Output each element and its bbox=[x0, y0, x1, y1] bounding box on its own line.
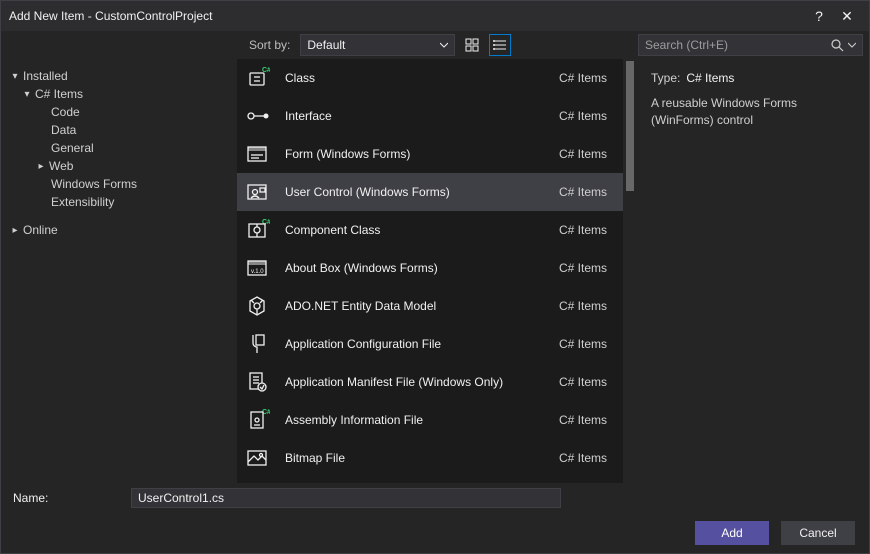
item-name: Bitmap File bbox=[285, 451, 559, 465]
close-button[interactable]: ✕ bbox=[833, 1, 861, 31]
about-icon: v.1.0 bbox=[243, 254, 271, 282]
toolbar: Sort by: Default Searc bbox=[1, 31, 869, 59]
sort-label: Sort by: bbox=[249, 38, 294, 52]
item-category: C# Items bbox=[559, 109, 613, 123]
assembly-icon: C# bbox=[243, 406, 271, 434]
type-description: A reusable Windows Forms (WinForms) cont… bbox=[651, 95, 855, 129]
list-item[interactable]: Form (Windows Forms)C# Items bbox=[237, 135, 623, 173]
caret-right-icon: ▸ bbox=[35, 161, 47, 172]
item-name: Form (Windows Forms) bbox=[285, 147, 559, 161]
tree-node-code[interactable]: Code bbox=[7, 103, 231, 121]
item-name: Assembly Information File bbox=[285, 413, 559, 427]
search-placeholder: Search (Ctrl+E) bbox=[645, 38, 830, 52]
name-label: Name: bbox=[13, 491, 131, 505]
tree-node-csitems[interactable]: ▾ C# Items bbox=[7, 85, 231, 103]
item-name: ADO.NET Entity Data Model bbox=[285, 299, 559, 313]
ado-icon bbox=[243, 292, 271, 320]
item-name: Application Manifest File (Windows Only) bbox=[285, 375, 559, 389]
main-area: ▾ Installed ▾ C# Items Code Data General… bbox=[1, 59, 869, 483]
item-category: C# Items bbox=[559, 261, 613, 275]
item-category: C# Items bbox=[559, 413, 613, 427]
config-icon bbox=[243, 330, 271, 358]
type-label: Type: bbox=[651, 71, 680, 85]
sort-dropdown[interactable]: Default bbox=[300, 34, 455, 56]
help-button[interactable]: ? bbox=[805, 1, 833, 31]
item-category: C# Items bbox=[559, 299, 613, 313]
item-name: Application Configuration File bbox=[285, 337, 559, 351]
item-name: Class bbox=[285, 71, 559, 85]
list-item[interactable]: C# Component ClassC# Items bbox=[237, 211, 623, 249]
list-icon bbox=[493, 38, 507, 52]
chevron-down-icon bbox=[440, 41, 448, 49]
tree-node-extensibility[interactable]: Extensibility bbox=[7, 193, 231, 211]
item-name: Interface bbox=[285, 109, 559, 123]
tree-node-web[interactable]: ▸ Web bbox=[7, 157, 231, 175]
search-input[interactable]: Search (Ctrl+E) bbox=[638, 34, 863, 56]
sort-value: Default bbox=[307, 38, 345, 52]
class-icon: C# bbox=[243, 64, 271, 92]
category-tree[interactable]: ▾ Installed ▾ C# Items Code Data General… bbox=[1, 59, 237, 483]
item-name: User Control (Windows Forms) bbox=[285, 185, 559, 199]
tree-node-data[interactable]: Data bbox=[7, 121, 231, 139]
template-list[interactable]: C#ClassC# ItemsInterfaceC# ItemsForm (Wi… bbox=[237, 59, 623, 483]
view-grid-button[interactable] bbox=[461, 34, 483, 56]
item-category: C# Items bbox=[559, 185, 613, 199]
form-icon bbox=[243, 140, 271, 168]
caret-down-icon: ▾ bbox=[21, 89, 33, 100]
window-title: Add New Item - CustomControlProject bbox=[9, 9, 805, 23]
item-category: C# Items bbox=[559, 375, 613, 389]
item-category: C# Items bbox=[559, 451, 613, 465]
tree-node-online[interactable]: ▸ Online bbox=[7, 221, 231, 239]
add-button[interactable]: Add bbox=[695, 521, 769, 545]
list-item[interactable]: User Control (Windows Forms)C# Items bbox=[237, 173, 623, 211]
list-item[interactable]: InterfaceC# Items bbox=[237, 97, 623, 135]
item-category: C# Items bbox=[559, 71, 613, 85]
svg-text:v.1.0: v.1.0 bbox=[251, 269, 264, 275]
caret-right-icon: ▸ bbox=[9, 225, 21, 236]
list-item[interactable]: C# ClassC# Items bbox=[237, 59, 623, 97]
name-input[interactable] bbox=[131, 488, 561, 508]
cancel-button[interactable]: Cancel bbox=[781, 521, 855, 545]
interface-icon bbox=[243, 102, 271, 130]
svg-text:C#: C# bbox=[262, 219, 270, 226]
button-bar: Add Cancel bbox=[1, 513, 869, 553]
item-category: C# Items bbox=[559, 223, 613, 237]
caret-down-icon: ▾ bbox=[9, 71, 21, 82]
item-name: Component Class bbox=[285, 223, 559, 237]
item-name: About Box (Windows Forms) bbox=[285, 261, 559, 275]
help-icon: ? bbox=[815, 8, 823, 24]
manifest-icon bbox=[243, 368, 271, 396]
usercontrol-icon bbox=[243, 178, 271, 206]
list-item[interactable]: ADO.NET Entity Data ModelC# Items bbox=[237, 287, 623, 325]
titlebar: Add New Item - CustomControlProject ? ✕ bbox=[1, 1, 869, 31]
list-item[interactable]: Application Manifest File (Windows Only)… bbox=[237, 363, 623, 401]
scrollbar[interactable] bbox=[623, 59, 637, 483]
search-dropdown-icon bbox=[848, 41, 856, 49]
tree-node-winforms[interactable]: Windows Forms bbox=[7, 175, 231, 193]
name-bar: Name: bbox=[1, 483, 869, 513]
details-pane: Type: C# Items A reusable Windows Forms … bbox=[637, 59, 869, 483]
tree-node-general[interactable]: General bbox=[7, 139, 231, 157]
tree-node-installed[interactable]: ▾ Installed bbox=[7, 67, 231, 85]
list-item[interactable]: Application Configuration FileC# Items bbox=[237, 325, 623, 363]
scrollbar-thumb[interactable] bbox=[626, 61, 634, 191]
close-icon: ✕ bbox=[841, 8, 853, 25]
bitmap-icon bbox=[243, 444, 271, 472]
search-icon bbox=[830, 38, 844, 52]
item-category: C# Items bbox=[559, 147, 613, 161]
view-list-button[interactable] bbox=[489, 34, 511, 56]
component-icon: C# bbox=[243, 216, 271, 244]
list-item[interactable]: C# Assembly Information FileC# Items bbox=[237, 401, 623, 439]
type-value: C# Items bbox=[686, 71, 734, 85]
list-item[interactable]: Bitmap FileC# Items bbox=[237, 439, 623, 477]
list-item[interactable]: v.1.0 About Box (Windows Forms)C# Items bbox=[237, 249, 623, 287]
item-category: C# Items bbox=[559, 337, 613, 351]
grid-icon bbox=[465, 38, 479, 52]
